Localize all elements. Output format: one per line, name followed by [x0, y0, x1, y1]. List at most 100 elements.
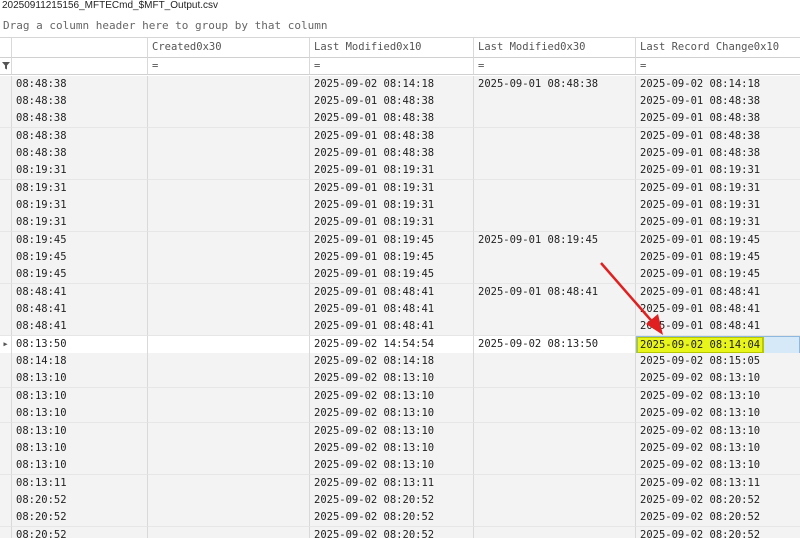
- table-cell[interactable]: [474, 110, 636, 129]
- table-cell[interactable]: 2025-09-02 08:13:10: [636, 387, 800, 406]
- funnel-icon[interactable]: [0, 58, 12, 75]
- table-cell[interactable]: 2025-09-01 08:48:41: [636, 283, 800, 302]
- table-cell[interactable]: [474, 179, 636, 198]
- table-cell[interactable]: 2025-09-01 08:19:45: [636, 249, 800, 267]
- column-header-last-modified0x30[interactable]: Last Modified0x30: [474, 38, 636, 58]
- table-cell[interactable]: 2025-09-02 08:13:10: [310, 405, 474, 424]
- row-selector[interactable]: [0, 214, 12, 233]
- row-selector[interactable]: [0, 353, 12, 372]
- row-selector[interactable]: [0, 92, 12, 111]
- row-selector[interactable]: [0, 526, 12, 538]
- row-selector[interactable]: [0, 283, 12, 302]
- row-selector[interactable]: [0, 318, 12, 337]
- table-cell[interactable]: [148, 283, 310, 302]
- row-selector[interactable]: [0, 231, 12, 250]
- row-selector[interactable]: [0, 301, 12, 320]
- row-selector[interactable]: [0, 110, 12, 129]
- table-cell[interactable]: [148, 127, 310, 146]
- table-cell[interactable]: [148, 92, 310, 111]
- table-row[interactable]: 08:19:31 2025-09-01 08:19:31 2025-09-01 08…: [0, 179, 800, 198]
- table-cell[interactable]: [148, 439, 310, 458]
- table-cell[interactable]: [148, 266, 310, 285]
- table-cell[interactable]: 2025-09-01 08:19:45: [310, 266, 474, 285]
- table-cell[interactable]: 2025-09-01 08:19:45: [474, 231, 636, 250]
- table-cell[interactable]: 2025-09-02 08:13:10: [310, 422, 474, 441]
- row-selector[interactable]: [0, 196, 12, 215]
- table-cell[interactable]: 2025-09-01 08:19:31: [636, 179, 800, 198]
- table-cell[interactable]: [148, 179, 310, 198]
- table-row[interactable]: 08:48:38 2025-09-01 08:48:38 2025-09-01 08…: [0, 110, 800, 129]
- table-cell[interactable]: [148, 405, 310, 424]
- table-cell[interactable]: [474, 353, 636, 372]
- filter-op-last-record-change0x10[interactable]: =: [636, 58, 800, 75]
- table-cell[interactable]: [148, 231, 310, 250]
- row-selector[interactable]: [0, 439, 12, 458]
- table-row[interactable]: 08:19:31 2025-09-01 08:19:31 2025-09-01 08…: [0, 162, 800, 181]
- table-cell[interactable]: 2025-09-01 08:48:38: [636, 92, 800, 111]
- table-cell[interactable]: [148, 110, 310, 129]
- table-cell[interactable]: [474, 387, 636, 406]
- table-cell[interactable]: 2025-09-02 08:20:52: [310, 526, 474, 538]
- table-row[interactable]: 08:19:45 2025-09-01 08:19:45 2025-09-01 08…: [0, 231, 800, 250]
- table-cell[interactable]: [148, 457, 310, 476]
- table-cell[interactable]: 2025-09-01 08:48:38: [310, 92, 474, 111]
- table-row[interactable]: 08:13:10 2025-09-02 08:13:10 2025-09-02 08…: [0, 439, 800, 458]
- table-row[interactable]: 08:13:10 2025-09-02 08:13:10 2025-09-02 08…: [0, 387, 800, 406]
- table-row[interactable]: 08:13:10 2025-09-02 08:13:10 2025-09-02 08…: [0, 405, 800, 424]
- table-cell[interactable]: 08:13:50: [12, 335, 148, 354]
- table-cell[interactable]: 08:13:10: [12, 405, 148, 424]
- table-cell[interactable]: 08:48:41: [12, 318, 148, 337]
- table-cell[interactable]: 2025-09-01 08:19:31: [310, 196, 474, 215]
- table-cell[interactable]: 08:48:38: [12, 92, 148, 111]
- table-cell[interactable]: 08:48:41: [12, 283, 148, 302]
- table-cell[interactable]: 08:20:52: [12, 509, 148, 528]
- row-selector[interactable]: [0, 509, 12, 528]
- column-header-created0x30[interactable]: Created0x30: [148, 38, 310, 58]
- row-selector[interactable]: [0, 127, 12, 146]
- table-cell[interactable]: [148, 318, 310, 337]
- table-cell[interactable]: [474, 214, 636, 233]
- table-row[interactable]: 08:48:38 2025-09-01 08:48:38 2025-09-01 08…: [0, 144, 800, 163]
- table-cell[interactable]: 2025-09-02 08:13:50: [474, 335, 636, 354]
- table-row[interactable]: 08:14:18 2025-09-02 08:14:18 2025-09-02 08…: [0, 353, 800, 372]
- table-cell[interactable]: 2025-09-02 14:54:54: [310, 335, 474, 354]
- row-selector[interactable]: [0, 75, 12, 94]
- table-cell[interactable]: [148, 422, 310, 441]
- table-cell[interactable]: 08:48:38: [12, 144, 148, 163]
- table-cell[interactable]: 2025-09-01 08:48:38: [474, 75, 636, 94]
- table-row[interactable]: 08:19:31 2025-09-01 08:19:31 2025-09-01 08…: [0, 214, 800, 233]
- table-cell[interactable]: 2025-09-02 08:15:05: [636, 353, 800, 372]
- filter-op-last-modified0x10[interactable]: =: [310, 58, 474, 75]
- table-cell[interactable]: 2025-09-01 08:48:38: [636, 144, 800, 163]
- table-cell[interactable]: 2025-09-01 08:48:41: [636, 301, 800, 320]
- table-cell[interactable]: 2025-09-02 08:13:11: [636, 474, 800, 493]
- table-cell[interactable]: [148, 387, 310, 406]
- table-cell[interactable]: [474, 370, 636, 389]
- table-cell[interactable]: 08:13:10: [12, 387, 148, 406]
- table-cell[interactable]: [148, 162, 310, 181]
- row-selector[interactable]: [0, 405, 12, 424]
- table-row[interactable]: 08:20:52 2025-09-02 08:20:52 2025-09-02 08…: [0, 491, 800, 510]
- column-header-last-record-change0x10[interactable]: Last Record Change0x10: [636, 38, 800, 58]
- row-indicator-header[interactable]: [0, 38, 12, 58]
- table-cell[interactable]: 2025-09-02 08:20:52: [310, 509, 474, 528]
- table-cell[interactable]: 2025-09-01 08:19:31: [310, 162, 474, 181]
- table-cell[interactable]: [148, 196, 310, 215]
- row-selector[interactable]: [0, 266, 12, 285]
- table-row[interactable]: 08:19:45 2025-09-01 08:19:45 2025-09-01 08…: [0, 266, 800, 285]
- column-header-last-modified0x10[interactable]: Last Modified0x10: [310, 38, 474, 58]
- table-cell[interactable]: 2025-09-01 08:19:31: [636, 214, 800, 233]
- table-row[interactable]: 08:48:38 2025-09-02 08:14:18 2025-09-01 08…: [0, 75, 800, 94]
- table-cell[interactable]: 2025-09-02 08:14:18: [310, 75, 474, 94]
- row-selector[interactable]: [0, 162, 12, 181]
- table-cell[interactable]: [474, 474, 636, 493]
- table-cell[interactable]: [474, 405, 636, 424]
- table-cell[interactable]: 08:48:38: [12, 127, 148, 146]
- table-cell[interactable]: [474, 457, 636, 476]
- table-row[interactable]: 08:13:10 2025-09-02 08:13:10 2025-09-02 08…: [0, 370, 800, 389]
- filter-cell-time[interactable]: [12, 58, 148, 75]
- table-row[interactable]: 08:20:52 2025-09-02 08:20:52 2025-09-02 08…: [0, 509, 800, 528]
- table-cell[interactable]: 2025-09-02 08:20:52: [310, 491, 474, 510]
- table-cell[interactable]: 2025-09-02 08:13:11: [310, 474, 474, 493]
- table-cell[interactable]: 2025-09-02 08:13:10: [636, 422, 800, 441]
